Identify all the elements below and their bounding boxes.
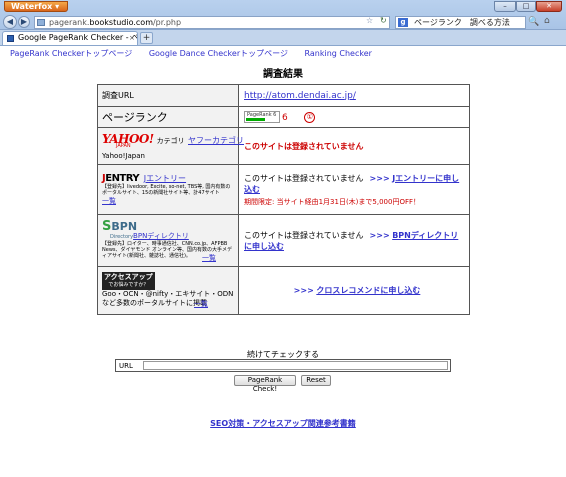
- table-row-bpn: SBPN DirectoryBPNディレクトリ 【登録先】ロイター、時事通信社、…: [97, 214, 470, 267]
- table-row-yahoo: YAHOO! カテゴリ JAPAN ヤフーカテゴリ Yahoo!Japan このサ…: [97, 127, 470, 165]
- page-content: PageRank Checkerトップページ Google Dance Chec…: [0, 45, 566, 477]
- search-engine-icon[interactable]: g: [398, 18, 408, 27]
- bpn-logo-sub: Directory: [110, 233, 134, 240]
- jentry-status-cell: このサイトは登録されていません >>> Jエントリーに申し込む 期間限定: 当サイ…: [238, 164, 470, 215]
- pagerank-label-cell: ページランク: [97, 106, 239, 128]
- tab-strip: Google PageRank Checker - ページ... × +: [0, 30, 566, 45]
- new-tab-button[interactable]: +: [140, 32, 153, 44]
- pagerank-value-cell: PageRank 6 6 ①: [238, 106, 470, 128]
- address-bar[interactable]: pagerank.bookstudio.com/pr.php: [34, 16, 390, 29]
- jentry-logo-line: JENTRY Jエントリー: [102, 173, 234, 184]
- minimize-button[interactable]: –: [494, 1, 516, 12]
- site-identity-icon[interactable]: [37, 19, 45, 26]
- home-icon[interactable]: ⌂: [544, 16, 550, 27]
- bpn-status-cell: このサイトは登録されていません >>> BPNディレクトリに申し込む: [238, 214, 470, 267]
- bpn-list-link[interactable]: 一覧: [202, 254, 216, 262]
- jentry-status-line: このサイトは登録されていません >>> Jエントリーに申し込む: [244, 173, 464, 195]
- tab-close-icon[interactable]: ×: [129, 33, 135, 43]
- table-row-jentry: JENTRY Jエントリー 【登録先】livedoor, Excite, so-…: [97, 164, 470, 215]
- forward-button[interactable]: ▶: [18, 16, 30, 28]
- results-table: 調査URL http://atom.dendai.ac.jp/ ページランク P…: [97, 84, 470, 315]
- url-prefix: pagerank.: [49, 18, 90, 27]
- url-input-label: URL: [119, 362, 133, 370]
- jentry-description: 【登録先】livedoor, Excite, so-net, TBS等, 国内有…: [102, 184, 231, 196]
- reload-icon[interactable]: ↻: [380, 16, 387, 25]
- pagerank-bar-widget: PageRank 6: [244, 111, 280, 123]
- search-bar[interactable]: g ページランク 調べる方法: [395, 16, 526, 29]
- jentry-logo: JENTRY: [102, 173, 140, 184]
- jentry-cell: JENTRY Jエントリー 【登録先】livedoor, Excite, so-…: [97, 164, 239, 215]
- bpn-cell: SBPN DirectoryBPNディレクトリ 【登録先】ロイター、時事通信社、…: [97, 214, 239, 267]
- link-google-dance-top[interactable]: Google Dance Checkerトップページ: [149, 49, 288, 58]
- jentry-link[interactable]: Jエントリー: [144, 174, 186, 183]
- reset-button[interactable]: Reset: [301, 375, 331, 386]
- pagerank-value: 6: [282, 112, 288, 123]
- bpn-link[interactable]: BPNディレクトリ: [133, 232, 189, 240]
- tab-title: Google PageRank Checker - ページ...: [18, 33, 137, 42]
- yahoo-category-small: カテゴリ: [156, 137, 185, 145]
- bpn-status: このサイトは登録されていません: [244, 230, 364, 240]
- yahoo-cell: YAHOO! カテゴリ JAPAN ヤフーカテゴリ Yahoo!Japan: [97, 127, 244, 165]
- bpn-sub-line: DirectoryBPNディレクトリ: [102, 231, 234, 241]
- crossrecommend-cell: アクセスアップ でお悩みですか？ Goo・OCN・@nifty・エキサイト・ODN…: [97, 266, 239, 315]
- top-links: PageRank Checkerトップページ Google Dance Chec…: [10, 48, 386, 59]
- jentry-arrows: >>>: [369, 173, 390, 183]
- crossrecommend-list-link[interactable]: 一覧: [194, 300, 208, 308]
- maximize-button[interactable]: □: [516, 1, 536, 12]
- url-host: bookstudio.com: [89, 18, 153, 27]
- crossrecommend-arrows: >>>: [293, 286, 314, 295]
- yahoo-status-cell: このサイトは登録されていません: [238, 127, 470, 165]
- checked-url-link[interactable]: http://atom.dendai.ac.jp/: [244, 91, 356, 101]
- link-pagerank-top[interactable]: PageRank Checkerトップページ: [10, 49, 132, 58]
- close-window-button[interactable]: ✕: [536, 1, 562, 12]
- jentry-list-link[interactable]: 一覧: [102, 197, 116, 205]
- results-title: 調査結果: [263, 69, 303, 80]
- annotation-number-1: ①: [304, 111, 316, 123]
- url-label: 調査URL: [102, 91, 134, 100]
- navigation-toolbar: ◀ ▶ pagerank.bookstudio.com/pr.php ☆ ↻ g…: [0, 14, 566, 30]
- table-row-url: 調査URL http://atom.dendai.ac.jp/: [97, 84, 470, 107]
- link-ranking-checker[interactable]: Ranking Checker: [305, 49, 372, 58]
- table-row-crossrecommend: アクセスアップ でお悩みですか？ Goo・OCN・@nifty・エキサイト・ODN…: [97, 266, 470, 315]
- seo-books-link[interactable]: SEO対策・アクセスアップ関連参考書籍: [0, 418, 566, 429]
- crossrecommend-apply-link[interactable]: クロスレコメンドに申し込む: [316, 286, 420, 295]
- table-row-pagerank: ページランク PageRank 6 6 ①: [97, 106, 470, 128]
- yahoo-japan-caption: Yahoo!Japan: [102, 152, 145, 160]
- url-input[interactable]: [143, 361, 448, 370]
- pagerank-bar-fill: [246, 118, 265, 121]
- crossrecommend-apply-cell: >>> クロスレコメンドに申し込む: [238, 266, 470, 315]
- search-bar-text: ページランク 調べる方法: [414, 18, 510, 27]
- bpn-arrows: >>>: [369, 230, 390, 240]
- pagerank-label: ページランク: [102, 111, 168, 124]
- jentry-status: このサイトは登録されていません: [244, 173, 364, 183]
- back-button[interactable]: ◀: [3, 15, 17, 29]
- app-menu-button[interactable]: Waterfox ▾: [4, 1, 68, 12]
- search-go-icon[interactable]: 🔍: [528, 17, 539, 27]
- jentry-campaign: 期間限定: 当サイト経由1月31日(木)まで5,000円OFF！: [244, 197, 421, 206]
- tab-favicon-icon: [7, 35, 14, 42]
- url-path: /pr.php: [152, 18, 182, 27]
- tab-pagerank-checker[interactable]: Google PageRank Checker - ページ... ×: [2, 31, 138, 45]
- url-form: URL: [115, 359, 451, 372]
- yahoo-category-link[interactable]: ヤフーカテゴリ: [188, 136, 244, 145]
- pagerank-check-button[interactable]: PageRank Check!: [234, 375, 296, 393]
- url-value-cell: http://atom.dendai.ac.jp/: [238, 84, 470, 107]
- accessup-logo: アクセスアップ でお悩みですか？: [102, 272, 155, 290]
- yahoo-status: このサイトは登録されていません: [244, 141, 364, 151]
- url-label-cell: 調査URL: [97, 84, 239, 107]
- bookmark-star-icon[interactable]: ☆: [366, 16, 373, 25]
